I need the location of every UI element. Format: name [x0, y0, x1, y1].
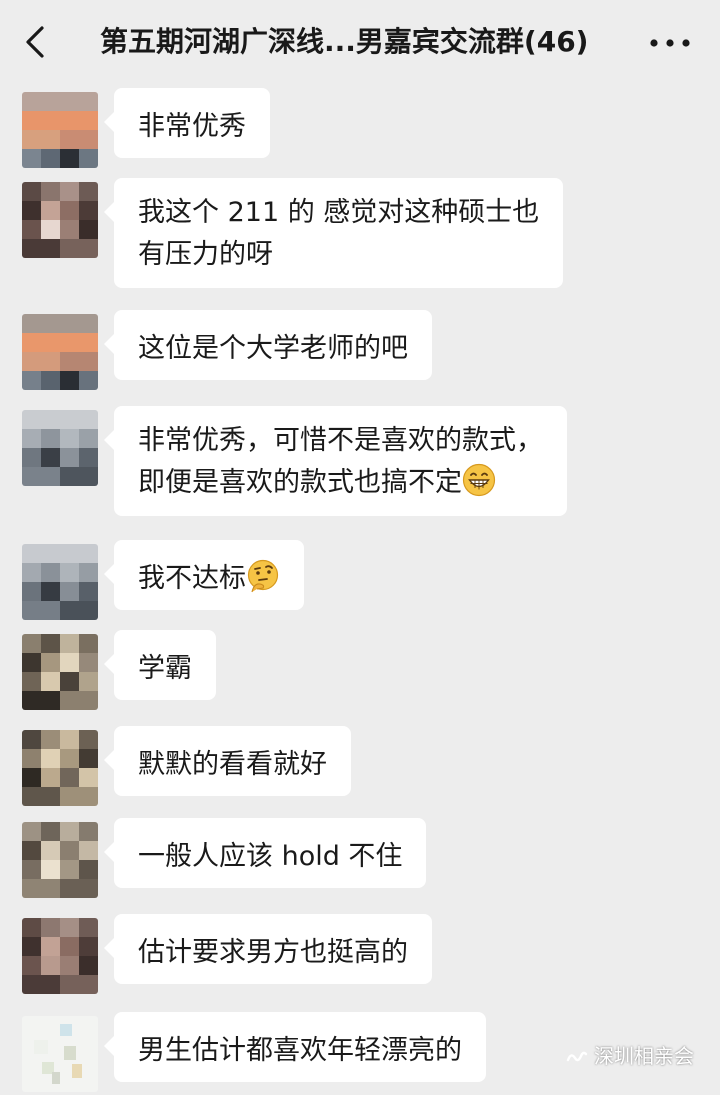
message-bubble: 非常优秀，可惜不是喜欢的款式， 即便是喜欢的款式也搞不定 [104, 406, 567, 516]
avatar[interactable] [22, 730, 98, 806]
avatar[interactable] [22, 822, 98, 898]
message-bubble: 我这个 211 的 感觉对这种硕士也 有压力的呀 [103, 178, 564, 288]
message-bubble: 这位是个大学老师的吧 [104, 310, 432, 380]
avatar[interactable] [22, 410, 98, 486]
more-button[interactable] [648, 28, 692, 58]
message-text: 估计要求男方也挺高的 [138, 937, 408, 968]
back-button[interactable] [22, 24, 52, 60]
message-bubble: 我不达标 [104, 540, 304, 610]
avatar[interactable] [22, 314, 98, 390]
message-text: 我这个 211 的 感觉对这种硕士也 [138, 197, 540, 228]
watermark-text: 深圳相亲会 [594, 1044, 694, 1068]
chat-title: 第五期河湖广深线...男嘉宾交流群(46) [100, 25, 589, 58]
avatar[interactable] [22, 634, 98, 710]
message-bubble: 非常优秀 [104, 88, 270, 158]
message-bubble: 一般人应该 hold 不住 [103, 818, 427, 888]
avatar[interactable] [22, 92, 98, 168]
watermark: 深圳相亲会 [566, 1040, 694, 1071]
wechat-channel-icon [566, 1046, 588, 1071]
message-text: 非常优秀 [138, 111, 246, 142]
chevron-left-icon [26, 26, 44, 58]
message-text: 学霸 [138, 653, 192, 684]
message-bubble: 男生估计都喜欢年轻漂亮的 [104, 1012, 486, 1082]
avatar[interactable] [22, 1016, 98, 1092]
avatar[interactable] [22, 918, 98, 994]
message-bubble: 学霸 [104, 630, 216, 700]
message-text: 一般人应该 hold 不住 [138, 841, 403, 872]
message-text: 默默的看看就好 [138, 749, 327, 780]
avatar[interactable] [22, 544, 98, 620]
grin-emoji-icon [462, 463, 496, 510]
chat-header: 第五期河湖广深线...男嘉宾交流群(46) [0, 0, 720, 86]
more-horizontal-icon [650, 39, 690, 47]
message-bubble: 估计要求男方也挺高的 [104, 914, 432, 984]
message-bubble: 默默的看看就好 [104, 726, 351, 796]
thinking-emoji-icon [246, 559, 280, 606]
message-text: 即便是喜欢的款式也搞不定 [138, 467, 462, 498]
message-text: 非常优秀，可惜不是喜欢的款式， [138, 425, 543, 456]
avatar[interactable] [22, 182, 98, 258]
message-text: 男生估计都喜欢年轻漂亮的 [138, 1035, 462, 1066]
message-text: 我不达标 [138, 563, 246, 594]
message-text: 有压力的呀 [138, 239, 273, 270]
message-text: 这位是个大学老师的吧 [138, 333, 408, 364]
